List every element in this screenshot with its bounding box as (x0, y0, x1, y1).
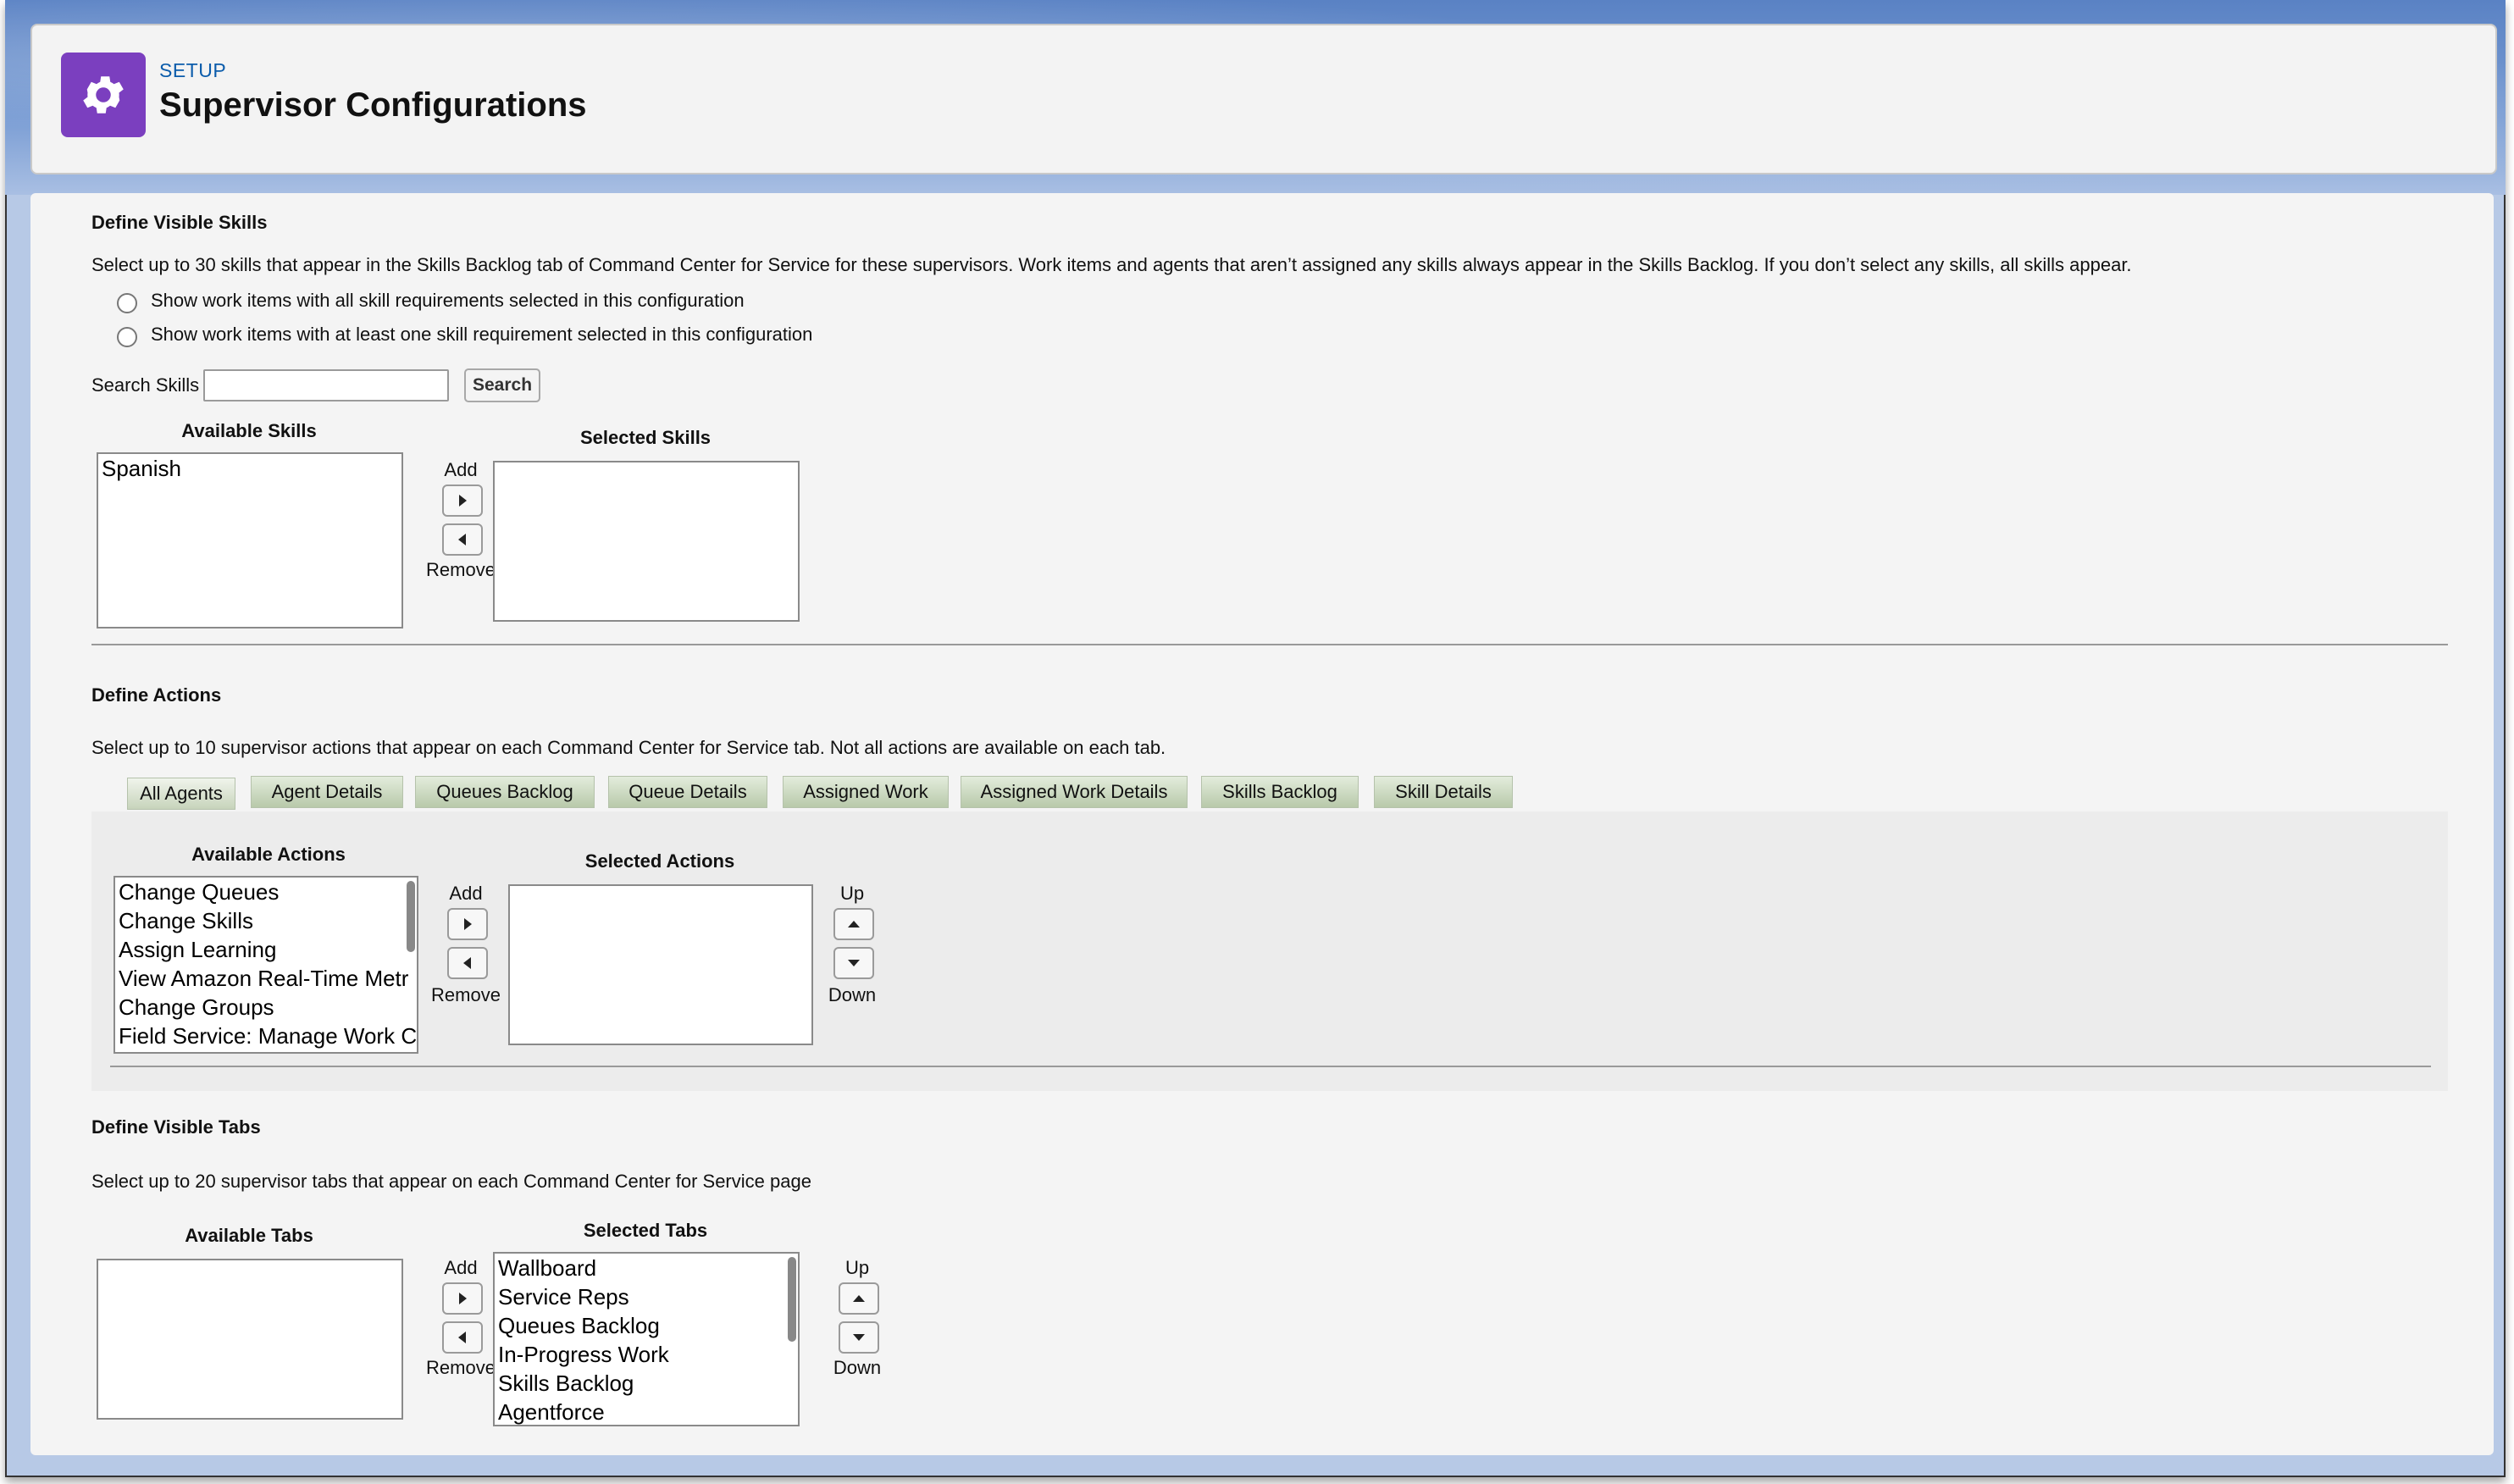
tab-skills-backlog[interactable]: Skills Backlog (1201, 776, 1359, 808)
selected-skills-list[interactable] (493, 461, 800, 622)
list-item[interactable]: Skills Backlog (495, 1369, 798, 1398)
tab-all-agents[interactable]: All Agents (127, 778, 235, 810)
skills-remove-label: Remove (426, 559, 496, 580)
selected-skills-heading: Selected Skills (579, 427, 712, 448)
tabs-remove-label: Remove (426, 1357, 496, 1378)
selected-actions-heading: Selected Actions (584, 850, 735, 872)
arrow-right-icon (464, 918, 472, 930)
list-item[interactable]: In-Progress Work (495, 1340, 798, 1369)
skills-remove-button[interactable] (442, 523, 483, 556)
tab-queue-details[interactable]: Queue Details (608, 776, 767, 808)
arrow-up-icon (848, 921, 860, 928)
tabs-remove-button[interactable] (442, 1321, 483, 1354)
skills-section-description: Select up to 30 skills that appear in th… (91, 254, 2132, 275)
actions-remove-label: Remove (431, 984, 501, 1005)
tab-assigned-work[interactable]: Assigned Work (783, 776, 949, 808)
available-skills-list[interactable]: Spanish (97, 452, 403, 628)
page-title: Supervisor Configurations (159, 86, 587, 124)
selected-actions-list[interactable] (508, 884, 813, 1045)
actions-up-button[interactable] (833, 908, 874, 940)
arrow-left-icon (463, 957, 471, 969)
tabs-down-button[interactable] (839, 1321, 879, 1354)
arrow-left-icon (458, 534, 466, 545)
list-item[interactable]: Change Skills (115, 906, 417, 935)
skills-section-title: Define Visible Skills (91, 212, 268, 233)
actions-remove-button[interactable] (447, 947, 488, 979)
tabs-down-label: Down (833, 1357, 882, 1378)
app-frame: SETUP Supervisor Configurations Define V… (5, 0, 2506, 1477)
search-skills-input[interactable] (203, 369, 449, 401)
arrow-right-icon (459, 1293, 467, 1304)
skills-add-button[interactable] (442, 485, 483, 517)
tabs-add-button[interactable] (442, 1282, 483, 1315)
tab-assigned-work-details[interactable]: Assigned Work Details (961, 776, 1188, 808)
list-item[interactable]: Spanish (98, 454, 401, 483)
scrollbar[interactable] (788, 1257, 796, 1342)
list-item[interactable]: Field Service: Manage Work C (115, 1022, 417, 1050)
arrow-up-icon (853, 1295, 865, 1302)
arrow-left-icon (458, 1332, 466, 1343)
list-item[interactable]: Agentforce (495, 1398, 798, 1425)
actions-section-description: Select up to 10 supervisor actions that … (91, 737, 1166, 758)
tabs-up-label: Up (844, 1257, 870, 1278)
list-item[interactable]: Change Groups (115, 993, 417, 1022)
list-item[interactable]: View Amazon Real-Time Metr (115, 964, 417, 993)
action-tab-bar: All Agents Agent Details Queues Backlog … (98, 776, 2470, 811)
available-actions-list[interactable]: Change Queues Change Skills Assign Learn… (114, 876, 418, 1054)
actions-add-label: Add (449, 883, 483, 904)
scrollbar[interactable] (407, 881, 415, 952)
actions-down-button[interactable] (833, 947, 874, 979)
radio-any-skill-label: Show work items with at least one skill … (151, 324, 813, 345)
radio-all-skills-label: Show work items with all skill requireme… (151, 290, 745, 311)
content-panel: Define Visible Skills Select up to 30 sk… (30, 193, 2494, 1455)
available-skills-heading: Available Skills (181, 420, 317, 441)
selected-tabs-heading: Selected Tabs (583, 1220, 708, 1241)
radio-any-skill[interactable] (117, 327, 137, 347)
available-tabs-list[interactable] (97, 1259, 403, 1420)
tab-queues-backlog[interactable]: Queues Backlog (415, 776, 595, 808)
list-item[interactable]: Change Queues (115, 878, 417, 906)
selected-tabs-list[interactable]: Wallboard Service Reps Queues Backlog In… (493, 1252, 800, 1426)
tabs-up-button[interactable] (839, 1282, 879, 1315)
available-tabs-heading: Available Tabs (185, 1225, 313, 1246)
actions-tab-panel: Available Actions Change Queues Change S… (91, 811, 2448, 1091)
header-eyebrow: SETUP (159, 59, 227, 81)
radio-all-skills[interactable] (117, 293, 137, 313)
arrow-down-icon (848, 960, 860, 966)
search-skills-button[interactable]: Search (464, 368, 541, 402)
divider (110, 1066, 2431, 1067)
tab-skill-details[interactable]: Skill Details (1374, 776, 1513, 808)
list-item[interactable]: Queues Backlog (495, 1311, 798, 1340)
page-header: SETUP Supervisor Configurations (30, 24, 2497, 174)
search-skills-label: Search Skills (91, 374, 200, 396)
gear-icon (61, 53, 146, 137)
actions-section-title: Define Actions (91, 684, 222, 706)
divider (91, 644, 2448, 645)
tab-agent-details[interactable]: Agent Details (251, 776, 403, 808)
actions-up-label: Up (839, 883, 865, 904)
skills-add-label: Add (444, 459, 478, 480)
list-item[interactable]: Assign Learning (115, 935, 417, 964)
list-item[interactable]: Service Reps (495, 1282, 798, 1311)
actions-down-label: Down (828, 984, 877, 1005)
tabs-add-label: Add (444, 1257, 478, 1278)
available-actions-heading: Available Actions (191, 844, 346, 865)
arrow-down-icon (853, 1334, 865, 1341)
actions-add-button[interactable] (447, 908, 488, 940)
tabs-section-title: Define Visible Tabs (91, 1116, 261, 1138)
tabs-section-description: Select up to 20 supervisor tabs that app… (91, 1171, 811, 1192)
list-item[interactable]: Wallboard (495, 1254, 798, 1282)
arrow-right-icon (459, 495, 467, 507)
